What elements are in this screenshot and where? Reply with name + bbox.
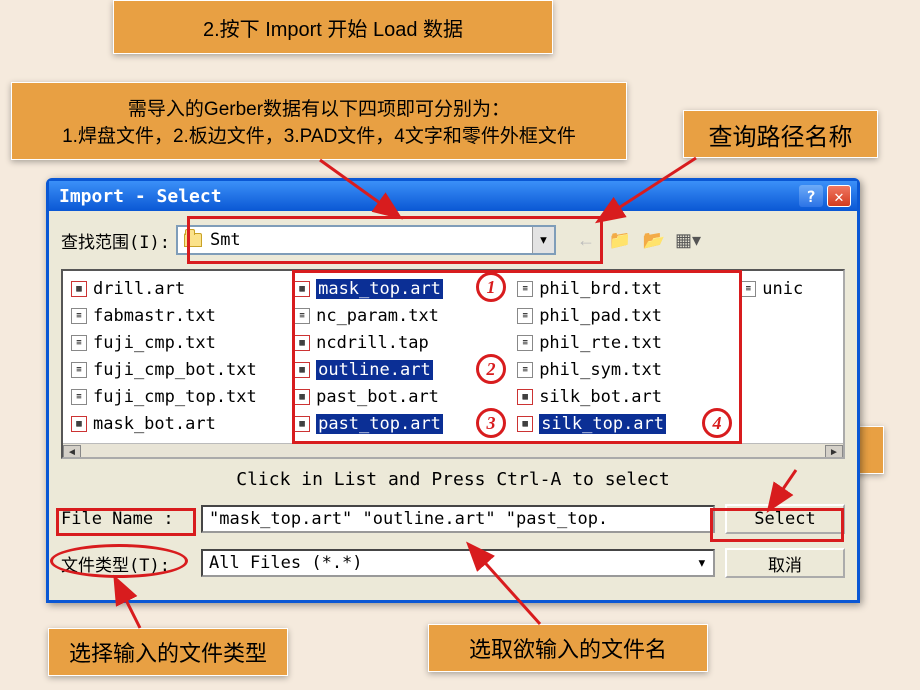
scroll-right-icon[interactable]: ► [825, 445, 843, 460]
file-item[interactable]: ≡ phil_pad.txt [515, 302, 738, 329]
file-item[interactable]: ▦ past_bot.art [292, 383, 515, 410]
file-name: phil_pad.txt [539, 306, 662, 326]
window-title: Import - Select [59, 186, 222, 207]
file-item[interactable]: ≡ fuji_cmp_top.txt [69, 383, 292, 410]
filetype-value: All Files (*.*) [209, 553, 697, 573]
file-item[interactable]: ≡ phil_sym.txt [515, 356, 738, 383]
import-select-dialog: Import - Select ? ✕ 查找范围(I): Smt ▾ ← 📁 📂… [46, 178, 860, 603]
lookin-value: Smt [210, 230, 532, 250]
chevron-down-icon[interactable]: ▾ [532, 227, 554, 253]
text-file-icon: ≡ [71, 308, 87, 324]
file-name: phil_sym.txt [539, 360, 662, 380]
filename-value: "mask_top.art" "outline.art" "past_top. [209, 509, 608, 529]
text-file-icon: ≡ [71, 389, 87, 405]
file-name: unic [762, 279, 803, 299]
circle-2: 2 [476, 354, 506, 384]
text-file-icon: ≡ [294, 308, 310, 324]
art-file-icon: ▦ [294, 416, 310, 432]
file-name: fuji_cmp_top.txt [93, 387, 257, 407]
filetype-label: 文件类型(T): [61, 551, 191, 576]
close-button[interactable]: ✕ [827, 185, 851, 207]
file-name: fabmastr.txt [93, 306, 216, 326]
text-file-icon: ≡ [517, 308, 533, 324]
up-folder-icon[interactable]: 📁 [608, 228, 632, 252]
text-file-icon: ≡ [517, 335, 533, 351]
file-item[interactable]: ≡ phil_brd.txt [515, 275, 738, 302]
file-name: past_bot.art [316, 387, 439, 407]
annotation-step2: 2.按下 Import 开始 Load 数据 [113, 0, 553, 54]
file-item[interactable]: ≡ fuji_cmp_bot.txt [69, 356, 292, 383]
annotation-text: 选取欲输入的文件名 [469, 632, 667, 664]
file-name: phil_rte.txt [539, 333, 662, 353]
file-name: outline.art [316, 360, 433, 380]
circle-3: 3 [476, 408, 506, 438]
text-file-icon: ≡ [71, 335, 87, 351]
annotation-path: 查询路径名称 [683, 110, 878, 158]
art-file-icon: ▦ [517, 389, 533, 405]
file-item[interactable]: ▦ silk_bot.art [515, 383, 738, 410]
annotation-gerber: 需导入的Gerber数据有以下四项即可分别为： 1.焊盘文件，2.板边文件，3.… [11, 82, 627, 160]
folder-icon [184, 233, 202, 247]
annotation-text: 需导入的Gerber数据有以下四项即可分别为： 1.焊盘文件，2.板边文件，3.… [62, 94, 576, 148]
new-folder-icon[interactable]: 📂 [642, 228, 666, 252]
cancel-button[interactable]: 取消 [725, 548, 845, 578]
text-file-icon: ≡ [71, 362, 87, 378]
lookin-combo[interactable]: Smt ▾ [176, 225, 556, 255]
annotation-text: 选择输入的文件类型 [69, 636, 267, 668]
view-menu-icon[interactable]: ▦▾ [676, 228, 700, 252]
file-item[interactable]: ▦ mask_bot.art [69, 410, 292, 437]
annotation-filename: 选取欲输入的文件名 [428, 624, 708, 672]
file-item[interactable]: ≡ fabmastr.txt [69, 302, 292, 329]
art-file-icon: ▦ [294, 335, 310, 351]
art-file-icon: ▦ [517, 416, 533, 432]
file-item[interactable]: ▦ ncdrill.tap [292, 329, 515, 356]
file-item[interactable]: ≡ nc_param.txt [292, 302, 515, 329]
horizontal-scrollbar[interactable]: ◄ ► [63, 443, 843, 459]
file-name: drill.art [93, 279, 185, 299]
titlebar: Import - Select ? ✕ [49, 181, 857, 211]
select-button-label: Select [754, 509, 815, 529]
file-item[interactable]: ≡ fuji_cmp.txt [69, 329, 292, 356]
circle-1: 1 [476, 272, 506, 302]
file-item[interactable]: ≡ unic [738, 275, 837, 302]
text-file-icon: ≡ [740, 281, 756, 297]
scroll-left-icon[interactable]: ◄ [63, 445, 81, 460]
filename-label: File Name : [61, 509, 191, 529]
file-name: silk_bot.art [539, 387, 662, 407]
file-name: nc_param.txt [316, 306, 439, 326]
file-name: mask_bot.art [93, 414, 216, 434]
text-file-icon: ≡ [517, 281, 533, 297]
lookin-label: 查找范围(I): [61, 228, 170, 253]
file-name: phil_brd.txt [539, 279, 662, 299]
select-button[interactable]: Select [725, 504, 845, 534]
hint-text: Click in List and Press Ctrl-A to select [61, 469, 845, 490]
file-name: silk_top.art [539, 414, 666, 434]
circle-4: 4 [702, 408, 732, 438]
filename-input[interactable]: "mask_top.art" "outline.art" "past_top. [201, 505, 715, 533]
annotation-filetype: 选择输入的文件类型 [48, 628, 288, 676]
art-file-icon: ▦ [71, 281, 87, 297]
help-button[interactable]: ? [799, 185, 823, 207]
art-file-icon: ▦ [294, 362, 310, 378]
back-icon[interactable]: ← [574, 228, 598, 252]
filetype-combo[interactable]: All Files (*.*) ▾ [201, 549, 715, 577]
art-file-icon: ▦ [294, 389, 310, 405]
file-name: past_top.art [316, 414, 443, 434]
file-name: fuji_cmp.txt [93, 333, 216, 353]
cancel-button-label: 取消 [768, 551, 802, 576]
file-item[interactable]: ▦ drill.art [69, 275, 292, 302]
file-name: ncdrill.tap [316, 333, 429, 353]
art-file-icon: ▦ [71, 416, 87, 432]
file-name: mask_top.art [316, 279, 443, 299]
annotation-text: 查询路径名称 [709, 117, 853, 152]
text-file-icon: ≡ [517, 362, 533, 378]
file-name: fuji_cmp_bot.txt [93, 360, 257, 380]
chevron-down-icon[interactable]: ▾ [697, 553, 707, 573]
file-item[interactable]: ≡ phil_rte.txt [515, 329, 738, 356]
art-file-icon: ▦ [294, 281, 310, 297]
annotation-text: 2.按下 Import 开始 Load 数据 [203, 13, 463, 42]
